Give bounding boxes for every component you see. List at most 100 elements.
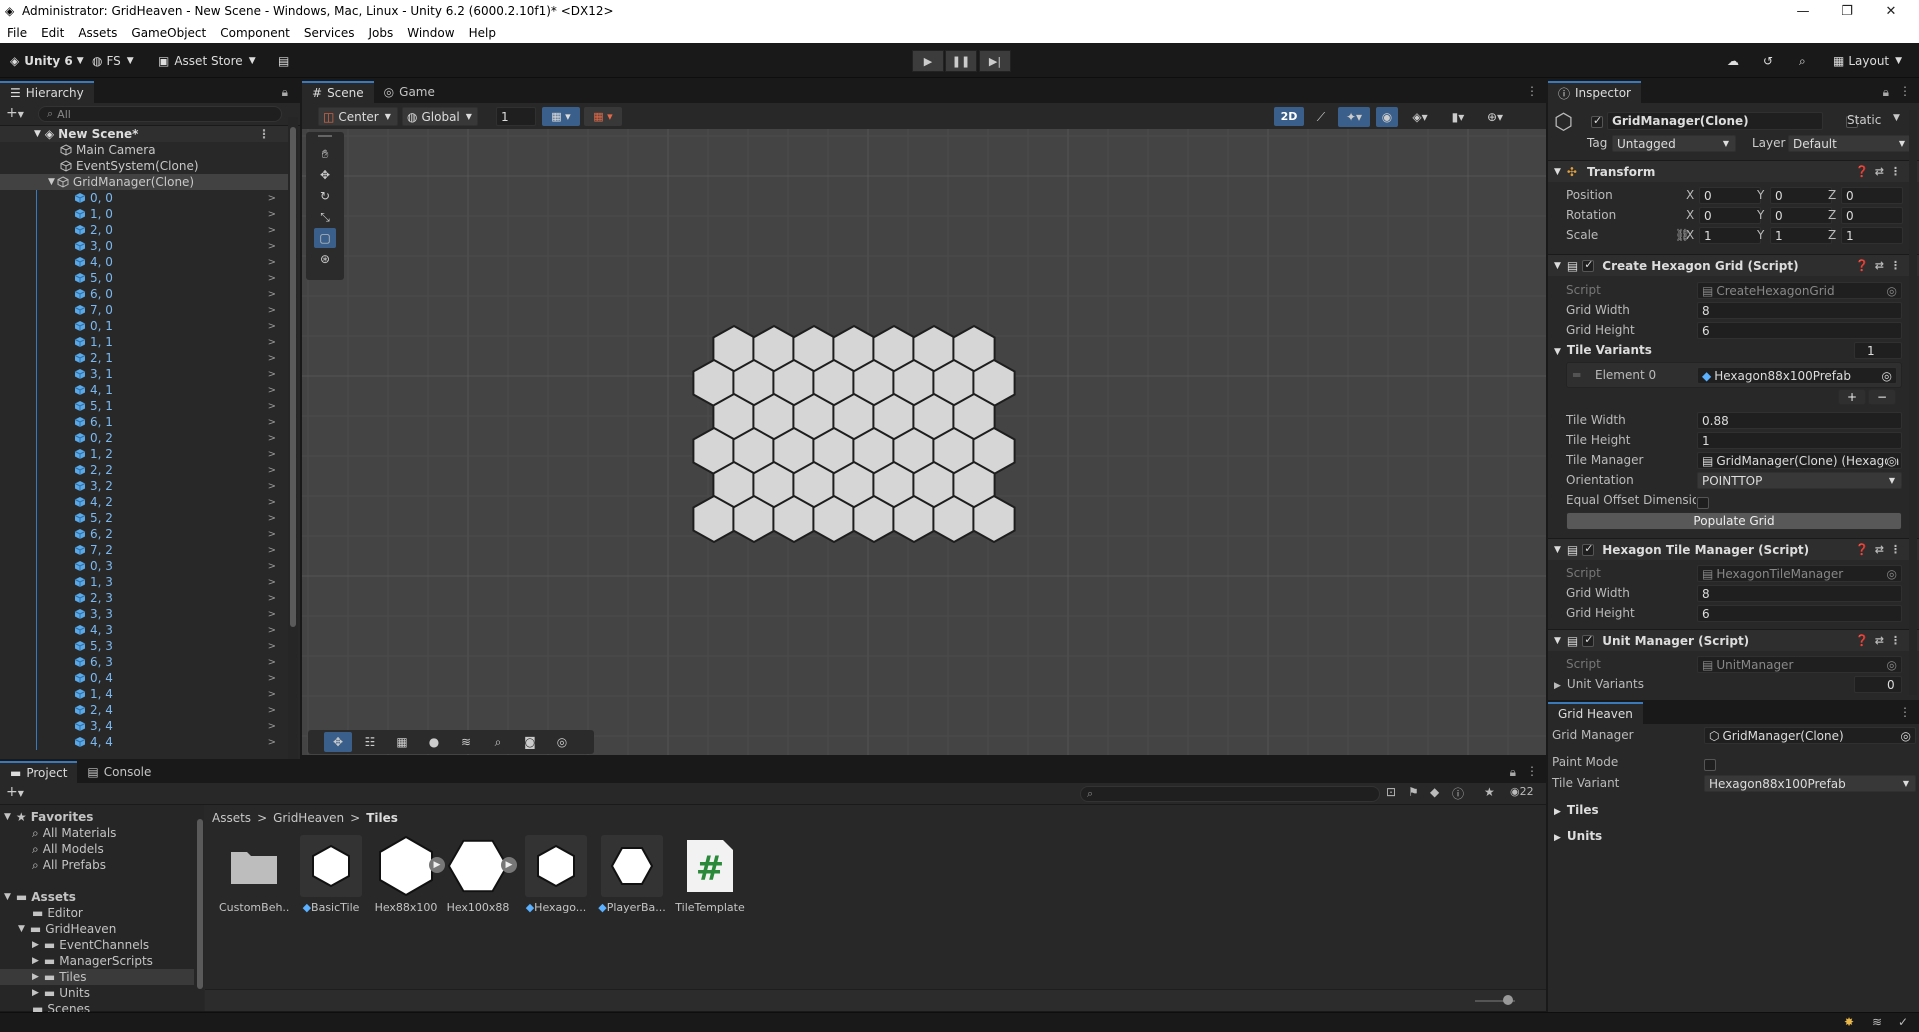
hierarchy-tile-row[interactable]: 0, 2 > <box>0 430 290 446</box>
hierarchy-item-eventsystem[interactable]: EventSystem(Clone) <box>0 158 290 174</box>
hierarchy-item-gridmanager[interactable]: ▼ GridManager(Clone) <box>0 174 290 190</box>
menu-file[interactable]: File <box>0 26 34 40</box>
component-enabled-checkbox[interactable] <box>1582 258 1595 272</box>
component-header-icons[interactable]: ❓⇄⋮ <box>1855 543 1907 556</box>
hierarchy-tile-row[interactable]: 4, 4 > <box>0 734 290 750</box>
tab-game[interactable]: ◎ Game <box>374 81 445 103</box>
chevron-right-icon[interactable]: > <box>268 529 276 540</box>
expand-arrow-icon[interactable]: ▶ <box>501 857 517 873</box>
progress-icon[interactable]: ≋ <box>1872 1015 1882 1029</box>
breadcrumb-tiles[interactable]: Tiles <box>366 811 398 825</box>
hierarchy-tile-row[interactable]: 2, 0 > <box>0 222 290 238</box>
chevron-down-icon[interactable]: ▼ <box>1893 113 1900 123</box>
menu-window[interactable]: Window <box>400 26 461 40</box>
chevron-right-icon[interactable]: > <box>268 273 276 284</box>
chevron-right-icon[interactable]: > <box>268 593 276 604</box>
folder-tiles[interactable]: ▶ ▬ Tiles <box>0 969 194 985</box>
hierarchy-tile-row[interactable]: 0, 0 > <box>0 190 290 206</box>
fs-button[interactable]: ◍ FS ▼ <box>92 51 134 71</box>
hand-tool-icon[interactable]: ✋︎ <box>314 144 336 164</box>
chevron-right-icon[interactable]: > <box>268 385 276 396</box>
asset-store-button[interactable]: ▣ Asset Store ▼ <box>158 51 256 71</box>
chevron-right-icon[interactable]: > <box>268 577 276 588</box>
hierarchy-item-main-camera[interactable]: Main Camera <box>0 142 290 158</box>
favorites-foldout[interactable]: ▼ ★ Favorites <box>4 809 93 825</box>
assets-foldout[interactable]: ▼ ▬ Assets <box>4 889 76 905</box>
pause-button[interactable]: ❚❚ <box>945 50 977 72</box>
component-header-icons[interactable]: ❓⇄⋮ <box>1855 165 1907 178</box>
asset-hex88x100[interactable]: ▶ Hex88x100 <box>371 835 445 914</box>
remove-element-button[interactable]: − <box>1868 389 1896 405</box>
position-z-input[interactable]: 0 <box>1841 187 1903 204</box>
transform-header[interactable]: ▼ ✣ Transform ❓⇄⋮ <box>1548 160 1919 182</box>
2d-toggle[interactable]: 2D <box>1274 107 1304 126</box>
scale-z-input[interactable]: 1 <box>1841 227 1903 244</box>
scene-viewport[interactable]: ✋︎ ✥ ↻ ⤡ ▢ ⊛ ✥ ☷ ▦ ● ≋ ⌕ ◙ ◎ <box>302 129 1546 755</box>
filter-icon[interactable]: ⚑ <box>1408 785 1419 799</box>
hierarchy-tile-row[interactable]: 6, 3 > <box>0 654 290 670</box>
effects-icon[interactable]: ✦▾ <box>1338 107 1370 127</box>
chevron-right-icon[interactable]: > <box>268 465 276 476</box>
chevron-right-icon[interactable]: > <box>268 641 276 652</box>
position-x-input[interactable]: 0 <box>1699 187 1761 204</box>
rect-tool-icon[interactable]: ▢ <box>314 228 336 248</box>
hierarchy-tile-row[interactable]: 4, 2 > <box>0 494 290 510</box>
tab-scene[interactable]: # Scene <box>302 81 374 103</box>
camera-icon[interactable]: ▮▾ <box>1442 107 1474 127</box>
layout-button[interactable]: ▦ Layout ▼ <box>1833 51 1902 71</box>
hierarchy-tile-row[interactable]: 0, 4 > <box>0 670 290 686</box>
hierarchy-tile-row[interactable]: 1, 0 > <box>0 206 290 222</box>
chevron-right-icon[interactable]: > <box>268 225 276 236</box>
hierarchy-tile-row[interactable]: 3, 2 > <box>0 478 290 494</box>
sliders-icon[interactable]: ☷ <box>356 732 384 752</box>
folder-eventchannels[interactable]: ▶ ▬ EventChannels <box>32 937 149 953</box>
chevron-right-icon[interactable]: > <box>268 209 276 220</box>
layer-dropdown[interactable]: Default ▼ <box>1788 135 1912 152</box>
step-button[interactable]: ▶| <box>979 50 1011 72</box>
hierarchy-scrollbar[interactable] <box>288 117 298 759</box>
chevron-right-icon[interactable]: > <box>268 241 276 252</box>
tile-manager-field[interactable]: ▤ GridManager(Clone) (Hexagon ◎ <box>1697 452 1902 469</box>
more-icon[interactable]: ⋮ <box>1526 84 1538 98</box>
lighting-icon[interactable]: ⟋ <box>1310 107 1332 127</box>
chevron-right-icon[interactable]: > <box>268 513 276 524</box>
hierarchy-tile-row[interactable]: 6, 1 > <box>0 414 290 430</box>
chevron-right-icon[interactable]: > <box>268 417 276 428</box>
hierarchy-tile-row[interactable]: 6, 0 > <box>0 286 290 302</box>
hierarchy-tile-row[interactable]: 2, 1 > <box>0 350 290 366</box>
menu-gameobject[interactable]: GameObject <box>124 26 213 40</box>
hierarchy-tile-row[interactable]: 7, 2 > <box>0 542 290 558</box>
paint-mode-checkbox[interactable] <box>1704 758 1716 771</box>
tag-dropdown[interactable]: Untagged ▼ <box>1612 135 1736 152</box>
move-icon[interactable]: ✥ <box>324 732 352 752</box>
menu-jobs[interactable]: Jobs <box>362 26 401 40</box>
close-icon[interactable]: ✕ <box>1869 0 1913 22</box>
sphere-icon[interactable]: ● <box>420 732 448 752</box>
hierarchy-tile-row[interactable]: 3, 4 > <box>0 718 290 734</box>
component-header-icons[interactable]: ❓⇄⋮ <box>1855 634 1907 647</box>
zoom-slider-thumb[interactable] <box>1503 995 1513 1005</box>
snap-value-input[interactable]: 1 <box>496 107 536 126</box>
rotation-y-input[interactable]: 0 <box>1770 207 1832 224</box>
hierarchy-tile-row[interactable]: 5, 1 > <box>0 398 290 414</box>
layers-icon[interactable]: ≋ <box>452 732 480 752</box>
hierarchy-tile-row[interactable]: 5, 3 > <box>0 638 290 654</box>
tile-width-input[interactable]: 0.88 <box>1697 412 1902 429</box>
add-button[interactable]: +▼ <box>6 105 24 121</box>
gizmos-icon[interactable]: ⊕▾ <box>1478 107 1512 127</box>
star-icon[interactable]: ★ <box>1484 785 1495 799</box>
chevron-right-icon[interactable]: > <box>268 321 276 332</box>
grid-manager-field[interactable]: ⬡ GridManager(Clone) ◎ <box>1704 727 1916 744</box>
hierarchy-tile-row[interactable]: 1, 3 > <box>0 574 290 590</box>
increment-snap-button[interactable]: ▦ ▾ <box>584 107 622 126</box>
chevron-right-icon[interactable]: > <box>268 433 276 444</box>
chevron-right-icon[interactable]: > <box>268 545 276 556</box>
favorite-all-models[interactable]: ⌕ All Models <box>32 841 104 857</box>
folder-editor[interactable]: ▬ Editor <box>32 905 83 921</box>
hexagon-grid[interactable] <box>302 129 1546 755</box>
folder-managerscripts[interactable]: ▶ ▬ ManagerScripts <box>32 953 153 969</box>
position-y-input[interactable]: 0 <box>1770 187 1832 204</box>
drag-handle[interactable] <box>318 135 332 137</box>
chevron-right-icon[interactable]: > <box>268 481 276 492</box>
more-icon[interactable]: ⋮ <box>1899 705 1911 719</box>
